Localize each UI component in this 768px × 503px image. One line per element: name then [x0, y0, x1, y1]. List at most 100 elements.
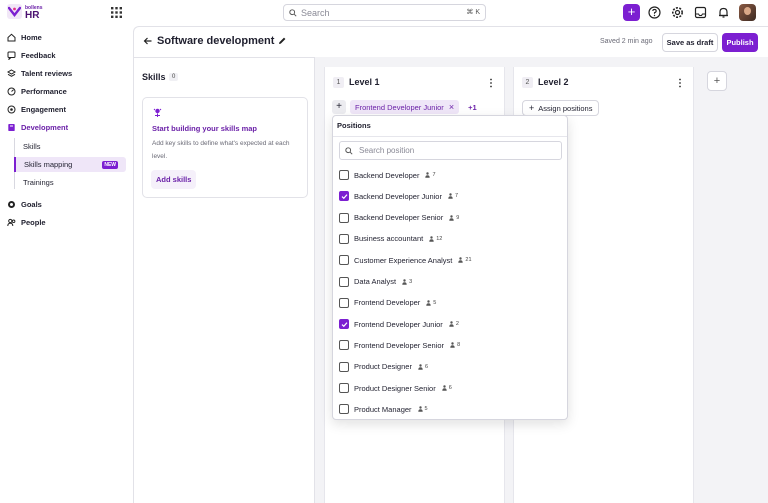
position-option-label: Frontend Developer Senior	[354, 340, 445, 350]
gear-icon[interactable]	[669, 4, 686, 21]
app-logo[interactable]: bollens HR	[7, 4, 43, 20]
level-name: Level 1	[349, 77, 380, 87]
position-search-input[interactable]: Search position	[339, 141, 562, 160]
level-number: 1	[333, 77, 344, 88]
employee-count: 5	[424, 406, 428, 413]
employee-count: 7	[432, 172, 436, 178]
apps-grid-icon[interactable]	[111, 7, 122, 18]
sidebar-subitem-trainings[interactable]: Trainings	[15, 175, 127, 190]
checkbox[interactable]	[339, 297, 349, 308]
sidebar-item-people[interactable]: People	[7, 215, 46, 229]
person-icon	[448, 193, 453, 199]
skills-empty-card: Start building your skills map Add key s…	[142, 97, 308, 198]
position-option[interactable]: Business accountant 12	[339, 233, 442, 245]
position-option-label: Frontend Developer	[354, 298, 421, 308]
assign-positions-button[interactable]: + Assign positions	[522, 100, 600, 116]
assigned-positions: + Frontend Developer Junior × +1	[332, 100, 477, 114]
sidebar-item-goals[interactable]: Goals	[7, 197, 42, 211]
position-option-label: Backend Developer Junior	[354, 191, 442, 201]
global-search-input[interactable]: Search ⌘ K	[283, 4, 486, 21]
employee-count-badge: 21	[458, 257, 472, 263]
home-icon	[7, 33, 16, 42]
sidebar-item-engagement[interactable]: Engagement	[7, 102, 66, 116]
close-icon[interactable]: ×	[449, 102, 454, 112]
position-option[interactable]: Backend Developer Junior 7	[339, 190, 458, 202]
sidebar-subitem-skills-mapping[interactable]: Skills mapping NEW	[14, 157, 126, 172]
level-number: 2	[522, 77, 533, 88]
position-option[interactable]: Backend Developer 7	[339, 169, 436, 181]
create-plus-button[interactable]: +	[623, 4, 640, 21]
sidebar-item-performance[interactable]: Performance	[7, 84, 67, 98]
checkbox[interactable]	[339, 191, 349, 202]
position-option-label: Product Designer Senior	[354, 383, 436, 393]
inbox-icon[interactable]	[692, 4, 709, 21]
publish-button[interactable]: Publish	[722, 33, 758, 52]
checkbox[interactable]	[339, 383, 349, 393]
sidebar-item-label: Engagement	[21, 104, 67, 114]
sidebar-item-talent-reviews[interactable]: Talent reviews	[7, 66, 72, 80]
position-option[interactable]: Frontend Developer Senior 8	[339, 339, 460, 351]
employee-count-badge: 9	[449, 215, 459, 221]
assign-positions-label: Assign positions	[538, 103, 593, 113]
sidebar-item-label: Development	[21, 122, 69, 132]
checkbox[interactable]	[339, 404, 349, 415]
top-icons: +	[623, 4, 756, 21]
add-level-button[interactable]: +	[707, 71, 727, 91]
kebab-menu-icon[interactable]	[488, 78, 494, 88]
add-position-button[interactable]: +	[332, 100, 346, 114]
sidebar-subitem-label: Skills	[23, 142, 41, 151]
people-icon	[7, 218, 16, 227]
position-option[interactable]: Product Manager 5	[339, 403, 428, 415]
top-bar: bollens HR Search ⌘ K +	[0, 0, 768, 26]
level-name: Level 2	[538, 77, 569, 87]
position-option[interactable]: Customer Experience Analyst 21	[339, 254, 472, 266]
position-option[interactable]: Frontend Developer Junior 2	[339, 318, 459, 330]
skills-card-text: Add key skills to define what's expected…	[152, 140, 290, 160]
user-avatar[interactable]	[739, 4, 756, 21]
position-chip-label: Frontend Developer Junior	[355, 102, 444, 112]
checkbox[interactable]	[339, 233, 349, 244]
sidebar-subitem-label: Skills mapping	[24, 160, 73, 169]
employee-count-badge: 8	[450, 342, 460, 348]
save-draft-button[interactable]: Save as draft	[662, 33, 718, 52]
bell-icon[interactable]	[715, 4, 732, 21]
position-chip[interactable]: Frontend Developer Junior ×	[350, 100, 460, 114]
more-positions-count[interactable]: +1	[468, 103, 477, 112]
target-icon	[7, 105, 16, 114]
person-icon	[450, 342, 455, 349]
positions-dropdown: Positions Search position Backend Develo…	[332, 115, 568, 420]
position-option[interactable]: Backend Developer Senior 9	[339, 212, 459, 224]
person-icon	[402, 278, 407, 285]
kebab-menu-icon[interactable]	[677, 78, 683, 88]
checkbox[interactable]	[339, 276, 349, 287]
employee-count: 6	[424, 363, 429, 370]
position-option[interactable]: Product Designer 6	[339, 361, 428, 373]
person-icon	[426, 300, 431, 306]
sidebar-item-development[interactable]: Development	[7, 120, 68, 134]
help-icon[interactable]	[646, 4, 663, 21]
add-skills-button[interactable]: Add skills	[151, 170, 197, 189]
new-badge: NEW	[102, 161, 118, 169]
pencil-icon[interactable]	[277, 36, 287, 46]
sidebar-item-home[interactable]: Home	[7, 30, 42, 44]
employee-count: 9	[456, 214, 460, 221]
checkbox[interactable]	[339, 170, 349, 180]
position-option[interactable]: Product Designer Senior 6	[339, 382, 452, 394]
checkbox[interactable]	[339, 361, 349, 372]
page-title: Software development	[157, 35, 275, 47]
arrow-left-icon[interactable]	[143, 36, 153, 46]
employee-count-badge: 12	[429, 236, 442, 242]
checkbox[interactable]	[339, 340, 349, 351]
plus-icon: +	[529, 103, 535, 113]
checkbox[interactable]	[339, 212, 349, 223]
checkbox[interactable]	[339, 319, 349, 330]
position-option[interactable]: Data Analyst 3	[339, 276, 412, 288]
skills-title: Skills	[142, 72, 166, 82]
sidebar-subitem-skills[interactable]: Skills	[15, 139, 127, 154]
position-option[interactable]: Frontend Developer 5	[339, 297, 436, 309]
search-icon	[345, 146, 353, 155]
position-option-label: Product Manager	[354, 404, 412, 414]
skills-card-title: Start building your skills map	[152, 124, 258, 133]
checkbox[interactable]	[339, 255, 349, 266]
sidebar-item-feedback[interactable]: Feedback	[7, 48, 56, 62]
